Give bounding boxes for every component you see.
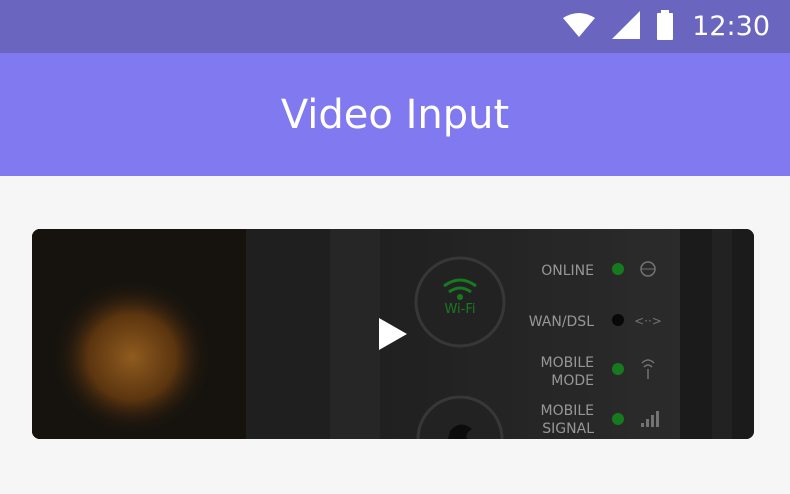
status-time: 12:30 xyxy=(692,11,770,42)
play-icon xyxy=(379,318,407,350)
play-button[interactable] xyxy=(363,304,423,364)
cell-signal-icon xyxy=(610,10,642,44)
app-bar: Video Input xyxy=(0,53,790,176)
page-title: Video Input xyxy=(280,91,510,138)
battery-icon xyxy=(656,9,674,44)
status-bar: 12:30 xyxy=(0,0,790,53)
video-player[interactable]: Wi-Fi ONLINE WAN/DSL <··> MOBILE MODE MO… xyxy=(32,229,754,439)
wifi-icon xyxy=(562,12,596,42)
